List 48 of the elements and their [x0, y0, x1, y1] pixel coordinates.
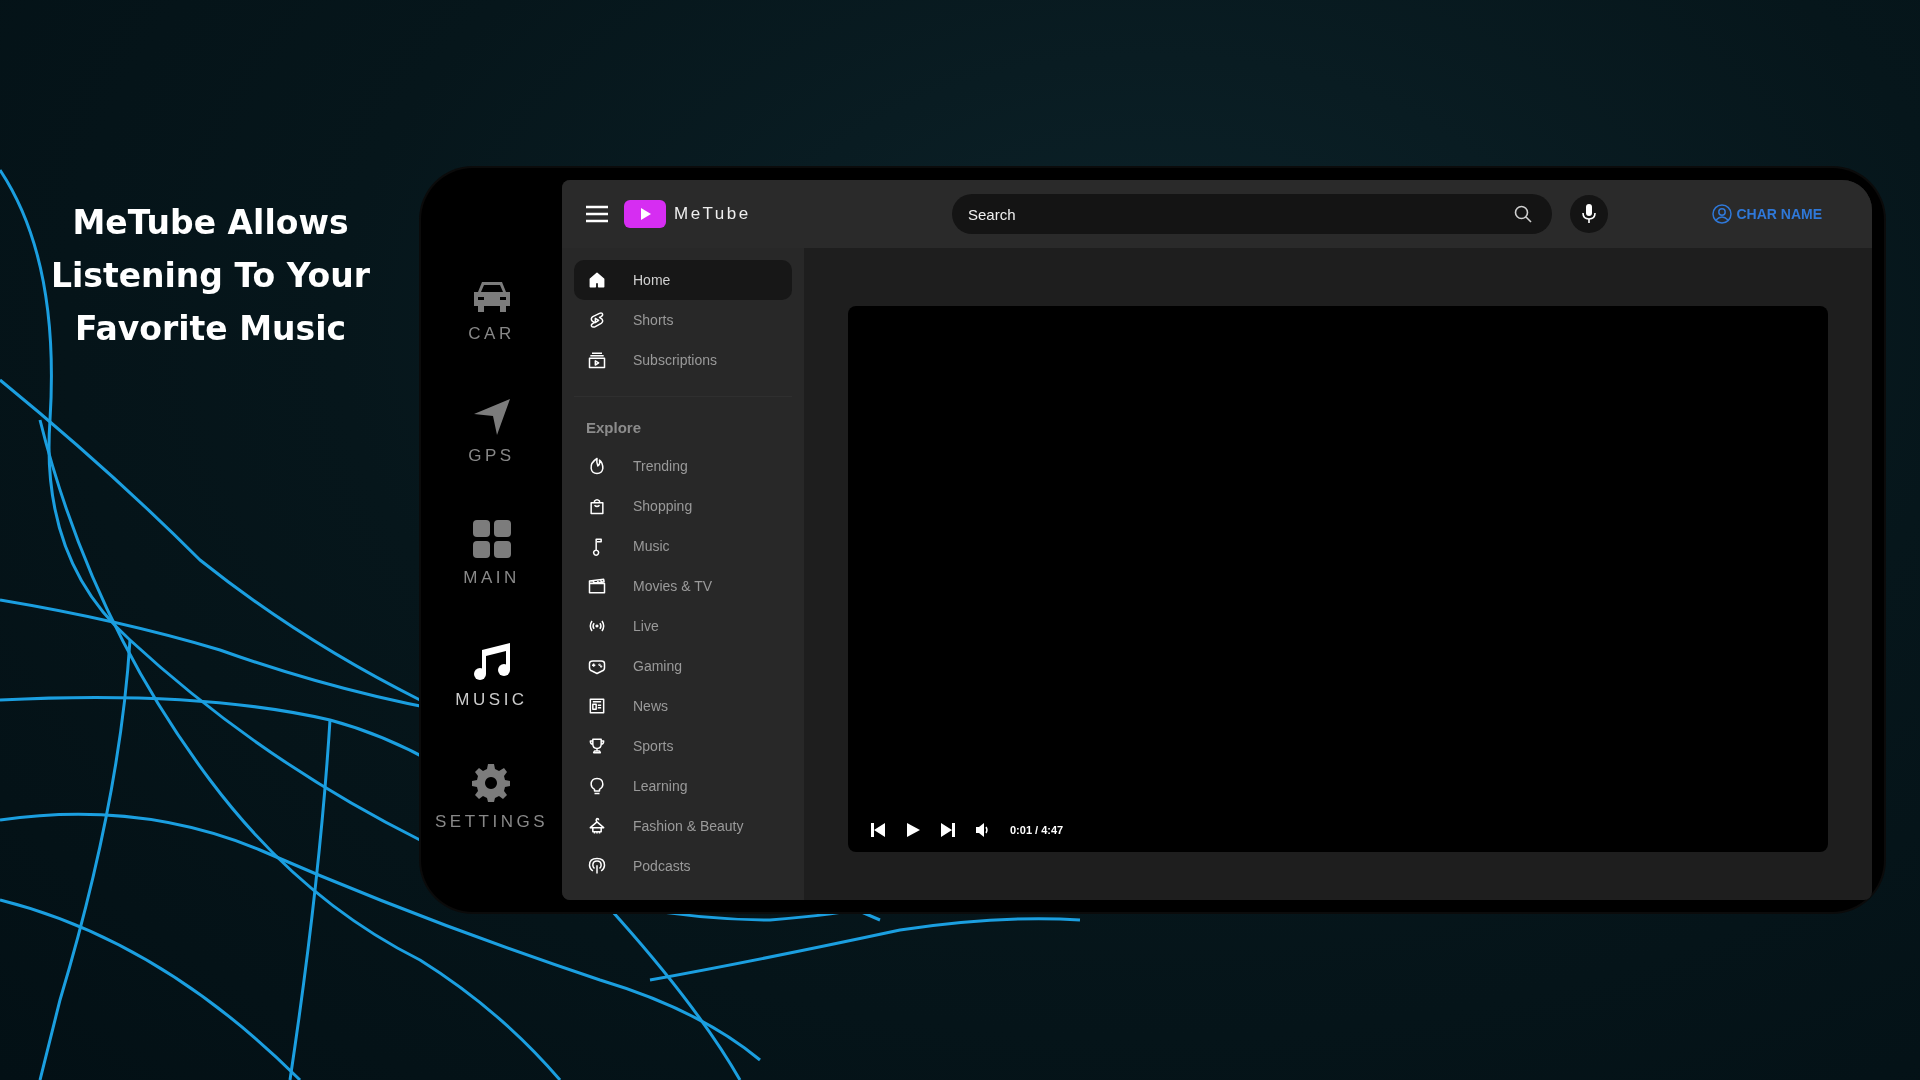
next-icon[interactable]	[940, 822, 956, 838]
navigation-arrow-icon	[472, 398, 511, 436]
section-heading: Explore	[585, 418, 643, 438]
podcast-icon	[587, 856, 607, 876]
flame-icon	[587, 456, 607, 476]
sidebar-item[interactable]: Subscriptions	[574, 340, 792, 380]
microphone-icon	[1582, 204, 1596, 224]
sidebar-item[interactable]: News	[574, 686, 792, 726]
sidebar-item[interactable]: Fashion & Beauty	[574, 806, 792, 846]
car-nav-item[interactable]: GPS	[468, 398, 515, 466]
sidebar-item[interactable]: Home	[574, 260, 792, 300]
clapperboard-icon	[587, 576, 607, 596]
sidebar-item[interactable]: Shopping	[574, 486, 792, 526]
menu-icon[interactable]	[586, 205, 608, 223]
bag-icon	[587, 496, 607, 516]
trophy-icon	[587, 736, 607, 756]
car-nav-item[interactable]: MAIN	[463, 520, 520, 588]
settings-icon	[472, 764, 511, 802]
play-icon[interactable]	[905, 822, 921, 838]
car-nav-item[interactable]: MUSIC	[455, 642, 528, 710]
previous-icon[interactable]	[870, 822, 886, 838]
car-nav-item[interactable]: SETTINGS	[435, 764, 548, 832]
microphone-button[interactable]	[1570, 195, 1608, 233]
grid-icon	[472, 520, 511, 558]
logo-text: MeTube	[674, 204, 751, 224]
lightbulb-icon	[587, 776, 607, 796]
car-nav-item[interactable]: CAR	[468, 278, 515, 344]
hanger-icon	[587, 816, 607, 836]
search-field[interactable]: Search	[952, 194, 1552, 234]
home-icon	[587, 270, 607, 290]
sidebar-item[interactable]: Music	[574, 526, 792, 566]
account-icon	[1712, 204, 1733, 224]
sidebar-item[interactable]: Movies & TV	[574, 566, 792, 606]
sidebar-item[interactable]: Learning	[574, 766, 792, 806]
sidebar-item[interactable]: Podcasts	[574, 846, 792, 886]
time-display: 0:01 / 4:47	[1010, 824, 1064, 836]
sidebar-item[interactable]: Live	[574, 606, 792, 646]
headline: MeTube Allows Listening To Your Favorite Music	[49, 202, 372, 350]
logo-icon	[624, 200, 666, 228]
music-note-icon	[471, 642, 512, 680]
sidebar-item[interactable]: Sports	[574, 726, 792, 766]
sidebar-item[interactable]: Trending	[574, 446, 792, 486]
sidebar-item[interactable]: Gaming	[574, 646, 792, 686]
subscriptions-icon	[587, 350, 607, 370]
sidebar-item[interactable]: Shorts	[574, 300, 792, 340]
account-link[interactable]: CHAR NAME	[1712, 204, 1822, 224]
newspaper-icon	[587, 696, 607, 716]
volume-icon[interactable]	[975, 822, 991, 838]
